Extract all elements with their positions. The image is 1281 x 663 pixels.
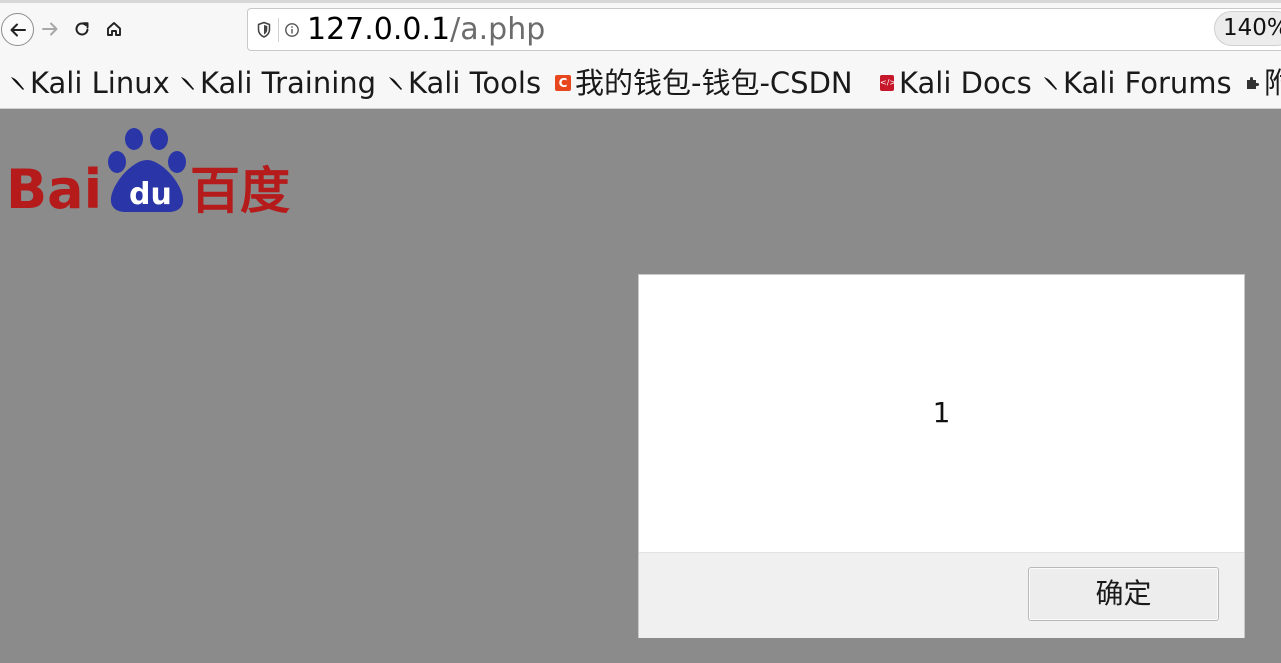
reload-button[interactable]: [70, 17, 94, 41]
bookmark-kali-tools[interactable]: Kali Tools: [386, 63, 541, 103]
info-icon[interactable]: [284, 22, 300, 38]
csdn-icon: C: [553, 73, 573, 93]
browser-toolbar: 127.0.0.1/a.php 140%: [0, 0, 1281, 57]
url-path: /a.php: [450, 12, 546, 47]
url-bar[interactable]: 127.0.0.1/a.php: [247, 8, 1281, 51]
bookmark-label: Kali Forums: [1063, 66, 1232, 100]
zoom-level-button[interactable]: 140%: [1214, 11, 1281, 46]
bookmark-label: Kali Docs: [899, 66, 1032, 100]
url-host: 127.0.0.1: [307, 12, 451, 47]
svg-text:Bai: Bai: [6, 158, 102, 214]
bookmark-kali-training[interactable]: Kali Training: [178, 63, 376, 103]
kali-dragon-icon: [1041, 73, 1061, 93]
alert-dialog: 1 确定: [638, 274, 1245, 638]
page-content: Bai du 百度 1 确定: [0, 109, 1281, 663]
puzzle-icon: [1242, 73, 1262, 93]
url-separator: [278, 18, 279, 42]
bookmark-kali-linux[interactable]: Kali Linux: [8, 63, 170, 103]
kali-dragon-icon: [178, 73, 198, 93]
kali-dragon-icon: [386, 73, 406, 93]
bookmark-label: Kali Tools: [408, 66, 542, 100]
arrow-right-icon: [42, 22, 58, 36]
alert-message: 1: [932, 396, 951, 429]
kali-docs-icon: </>: [877, 73, 897, 93]
svg-text:du: du: [129, 177, 172, 212]
arrow-left-icon: [10, 23, 26, 36]
alert-dialog-body: 1: [639, 275, 1244, 552]
url-text[interactable]: 127.0.0.1/a.php: [307, 12, 545, 48]
csdn-icon-letter: C: [555, 75, 571, 91]
svg-text:百度: 百度: [190, 162, 290, 214]
bookmark-csdn-wallet[interactable]: C 我的钱包-钱包-CSDN: [553, 63, 853, 103]
home-icon: [107, 22, 121, 36]
bookmark-label: 我的钱包-钱包-CSDN: [575, 66, 853, 100]
paw-icon: du: [108, 128, 186, 212]
bookmark-label: Kali Linux: [30, 66, 170, 100]
reload-icon: [75, 22, 89, 36]
toolbar-top-border: [0, 0, 1281, 3]
bookmark-label: 附: [1264, 63, 1281, 103]
bookmark-kali-forums[interactable]: Kali Forums: [1041, 63, 1232, 103]
bookmarks-toolbar: Kali Linux Kali Training Kali Tools C 我的…: [0, 57, 1281, 109]
kali-dragon-icon: [8, 73, 28, 93]
bookmark-label: Kali Training: [200, 66, 377, 100]
baidu-logo: Bai du 百度: [6, 128, 290, 214]
forward-button[interactable]: [38, 17, 62, 41]
home-button[interactable]: [102, 17, 126, 41]
back-button[interactable]: [1, 13, 34, 46]
shield-icon[interactable]: [256, 21, 272, 39]
ok-button[interactable]: 确定: [1028, 567, 1219, 621]
bookmark-extension[interactable]: 附: [1242, 63, 1281, 103]
bookmark-kali-docs[interactable]: </> Kali Docs: [877, 63, 1032, 103]
alert-dialog-footer: 确定: [639, 552, 1244, 638]
